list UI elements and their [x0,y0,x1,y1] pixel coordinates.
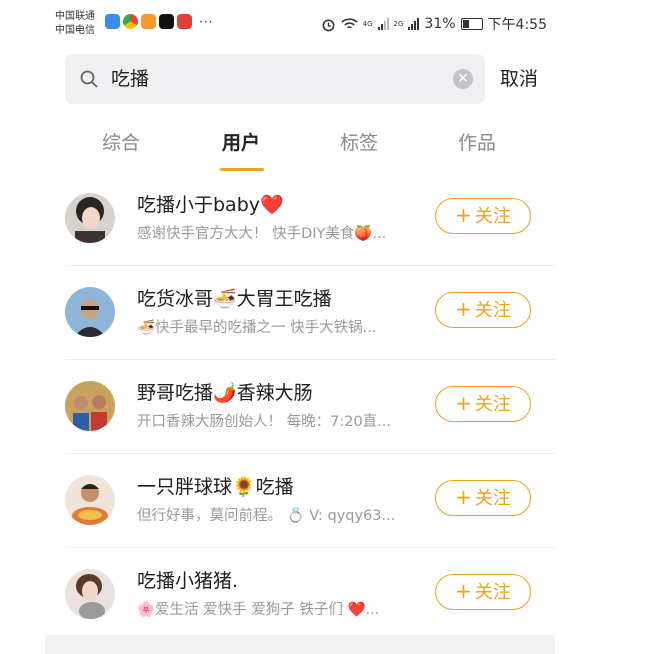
user-name[interactable]: 吃货冰哥🍜大胃王吃播 [137,286,332,312]
plus-icon: + [455,485,472,509]
alarm-icon [322,19,335,31]
user-name[interactable]: 吃播小于baby❤️ [137,192,284,218]
avatar[interactable] [65,475,115,525]
list-item[interactable]: 吃播小猪猪. 🌸爱生活 爱快手 爱狗子 铁子们 ❤️... + 关注 [65,548,555,641]
search-box[interactable]: 吃播 ✕ [65,54,485,104]
app-icon-red [177,14,192,29]
list-item[interactable]: 吃货冰哥🍜大胃王吃播 🍜快手最早的吃播之一 快手大铁锅... + 关注 [65,266,555,360]
app-icon-chrome [123,14,138,29]
carrier-info: 中国联通 中国电信 [55,10,95,38]
bottom-divider [45,635,555,654]
status-right: 4G 2G 31% 下午4:55 [321,14,547,34]
active-tab-indicator [220,168,264,171]
avatar[interactable] [65,381,115,431]
signal-bars-1-icon [377,18,389,30]
follow-label: 关注 [474,488,511,509]
follow-label: 关注 [474,394,511,415]
follow-button[interactable]: + 关注 [435,480,531,516]
cancel-button[interactable]: 取消 [500,66,538,92]
plus-icon: + [455,297,472,321]
follow-button[interactable]: + 关注 [435,386,531,422]
plus-icon: + [455,579,472,603]
plus-icon: + [455,203,472,227]
signal-bars-2-icon [408,18,420,30]
tab-bar: 综合 用户 标签 作品 [45,124,555,172]
phone-screen: 中国联通 中国电信 ··· 4G 2G 31% 下午4:55 吃播 ✕ 取消 综… [45,0,555,654]
tab-tags[interactable]: 标签 [309,130,409,156]
battery-percent: 31% [424,16,456,32]
user-name[interactable]: 野哥吃播🌶️香辣大肠 [137,380,313,406]
battery-icon [460,18,483,30]
follow-label: 关注 [474,206,511,227]
follow-button[interactable]: + 关注 [435,292,531,328]
carrier-2: 中国电信 [55,25,95,36]
clock-time: 下午4:55 [487,17,547,33]
list-item[interactable]: 野哥吃播🌶️香辣大肠 开口香辣大肠创始人！ 每晚：7:20直... + 关注 [65,360,555,454]
clear-icon[interactable]: ✕ [453,69,473,89]
app-icon-blue [105,14,120,29]
status-bar: 中国联通 中国电信 ··· 4G 2G 31% 下午4:55 [45,0,555,48]
follow-button[interactable]: + 关注 [435,198,531,234]
search-input[interactable]: 吃播 [111,66,149,92]
wifi-icon [341,18,358,29]
avatar[interactable] [65,569,115,619]
user-description: 🌸爱生活 爱快手 爱狗子 铁子们 ❤️... [137,602,380,618]
signal-type-1: 4G [362,20,373,28]
signal-type-2: 2G [393,20,404,28]
user-name[interactable]: 一只胖球球🌻吃播 [137,474,294,500]
follow-button[interactable]: + 关注 [435,574,531,610]
follow-label: 关注 [474,300,511,321]
list-item[interactable]: 吃播小于baby❤️ 感谢快手官方大大！ 快手DIY美食🍑... + 关注 [65,172,555,266]
user-description: 🍜快手最早的吃播之一 快手大铁锅... [137,320,377,336]
app-icon-tiktok [159,14,174,29]
user-name[interactable]: 吃播小猪猪. [137,568,238,594]
plus-icon: + [455,391,472,415]
follow-label: 关注 [474,582,511,603]
user-description: 感谢快手官方大大！ 快手DIY美食🍑... [137,226,387,242]
user-description: 但行好事，莫问前程。 💍 V: qyqy63... [137,508,396,524]
app-icon-orange [141,14,156,29]
avatar[interactable] [65,287,115,337]
user-description: 开口香辣大肠创始人！ 每晚：7:20直... [137,414,391,430]
more-notifications-icon: ··· [199,14,214,29]
search-icon [80,70,98,88]
carrier-1: 中国联通 [55,11,95,22]
avatar[interactable] [65,193,115,243]
user-list: 吃播小于baby❤️ 感谢快手官方大大！ 快手DIY美食🍑... + 关注 吃货冰… [45,172,555,641]
list-item[interactable]: 一只胖球球🌻吃播 但行好事，莫问前程。 💍 V: qyqy63... + 关注 [65,454,555,548]
notification-icons: ··· [105,14,213,29]
tab-comprehensive[interactable]: 综合 [71,130,171,156]
tab-works[interactable]: 作品 [427,130,527,156]
tab-users[interactable]: 用户 [191,130,291,156]
